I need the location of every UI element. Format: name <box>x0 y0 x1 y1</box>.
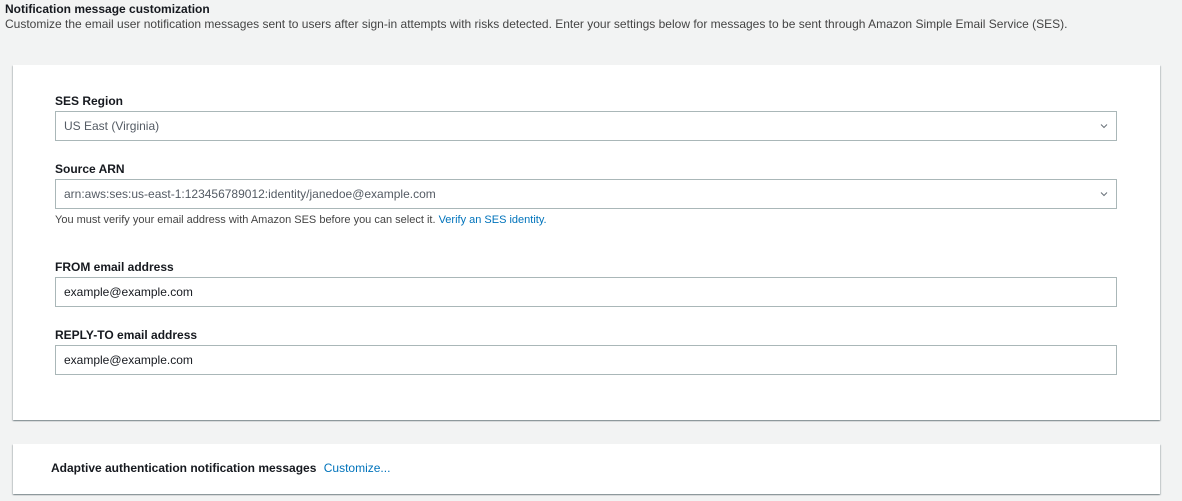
customize-link[interactable]: Customize... <box>324 461 391 475</box>
verify-ses-identity-link[interactable]: Verify an SES identity. <box>439 214 547 226</box>
ses-settings-panel: SES Region US East (Virginia) Source ARN… <box>13 65 1160 420</box>
ses-region-select[interactable]: US East (Virginia) <box>55 111 1117 141</box>
from-email-field[interactable]: example@example.com <box>55 277 1117 307</box>
section-header: Notification message customization Custo… <box>5 2 1175 32</box>
section-description: Customize the email user notification me… <box>5 17 1068 31</box>
chevron-down-icon <box>1100 192 1108 197</box>
from-email-label: FROM email address <box>55 260 174 274</box>
reply-to-email-label: REPLY-TO email address <box>55 328 198 342</box>
adaptive-auth-row: Adaptive authentication notification mes… <box>51 461 390 475</box>
ses-region-value: US East (Virginia) <box>64 119 160 133</box>
reply-to-email-value: example@example.com <box>64 353 193 367</box>
source-arn-helper-text: You must verify your email address with … <box>55 214 439 226</box>
from-email-value: example@example.com <box>64 285 193 299</box>
source-arn-select[interactable]: arn:aws:ses:us-east-1:123456789012:ident… <box>55 179 1117 209</box>
source-arn-helper: You must verify your email address with … <box>55 214 547 227</box>
section-title: Notification message customization <box>5 2 210 16</box>
adaptive-auth-panel: Adaptive authentication notification mes… <box>13 444 1160 494</box>
source-arn-label: Source ARN <box>55 162 125 176</box>
adaptive-auth-label: Adaptive authentication notification mes… <box>51 461 317 475</box>
source-arn-value: arn:aws:ses:us-east-1:123456789012:ident… <box>64 187 436 201</box>
ses-region-label: SES Region <box>55 94 124 108</box>
chevron-down-icon <box>1100 124 1108 129</box>
reply-to-email-field[interactable]: example@example.com <box>55 345 1117 375</box>
